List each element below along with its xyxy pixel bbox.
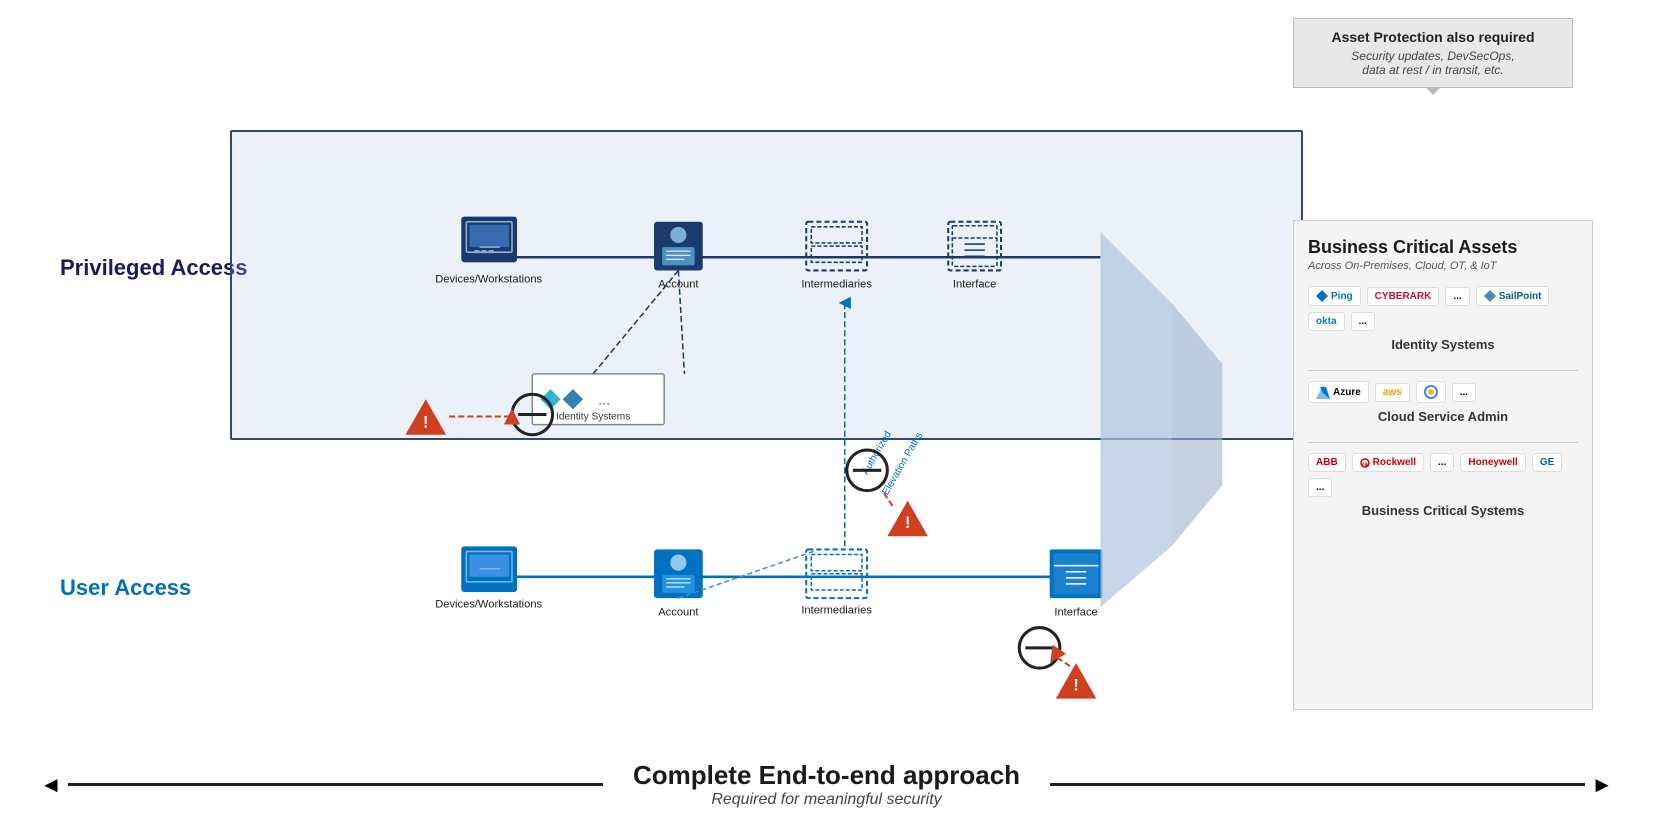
bca-cloud-logos: Azure aws ... (1308, 381, 1578, 403)
bca-cloud-section: Azure aws ... Cloud Service Admin (1308, 381, 1578, 424)
bottom-section: ◄ Complete End-to-end approach Required … (0, 760, 1653, 809)
left-arrow-head: ◄ (40, 772, 62, 798)
ge-logo: GE (1532, 453, 1562, 472)
bca-critical-label: Business Critical Systems (1308, 503, 1578, 518)
more-dots-4: ... (1430, 453, 1454, 472)
priv-devices-label: Devices/Workstations (435, 274, 542, 286)
svg-text:ra: ra (1362, 462, 1368, 468)
user-devices-label: Devices/Workstations (435, 598, 542, 610)
priv-interface-label: Interface (953, 279, 996, 291)
svg-text:!: ! (1073, 676, 1078, 694)
bca-cloud-label: Cloud Service Admin (1308, 409, 1578, 424)
bca-identity-logos: Ping CYBERARK ... SailPoint okta ... (1308, 286, 1578, 331)
abb-logo: ABB (1308, 453, 1346, 472)
more-dots-3: ... (1452, 383, 1476, 402)
bca-critical-section: ABB ra Rockwell ... Honeywell GE ... Bus… (1308, 453, 1578, 518)
bca-identity-label: Identity Systems (1308, 337, 1578, 352)
aws-logo: aws (1375, 383, 1410, 402)
more-dots-2: ... (1351, 312, 1375, 331)
bca-critical-logos: ABB ra Rockwell ... Honeywell GE ... (1308, 453, 1578, 497)
sailpoint-logo: SailPoint (1476, 286, 1550, 306)
azure-logo: Azure (1308, 381, 1369, 403)
user-account-label: Account (658, 606, 699, 618)
ping-logo: Ping (1308, 286, 1361, 306)
user-intermediaries-label: Intermediaries (801, 604, 872, 616)
more-dots-1: ... (1445, 287, 1469, 306)
bottom-main-text: Complete End-to-end approach (633, 760, 1020, 791)
identity-systems-label: Identity Systems (556, 412, 630, 423)
okta-logo: okta (1308, 312, 1345, 331)
priv-intermediaries-label: Intermediaries (801, 279, 872, 291)
more-dots-5: ... (1308, 478, 1332, 497)
bca-identity-section: Ping CYBERARK ... SailPoint okta ... Ide… (1308, 286, 1578, 352)
callout-title: Asset Protection also required (1310, 29, 1556, 45)
asset-protection-callout: Asset Protection also required Security … (1293, 18, 1573, 88)
cyberark-logo: CYBERARK (1367, 287, 1440, 306)
rockwell-logo: ra Rockwell (1352, 453, 1424, 472)
svg-text:!: ! (905, 514, 910, 532)
bottom-sub-text: Required for meaningful security (633, 791, 1020, 809)
gcp-logo (1416, 381, 1446, 403)
bca-title: Business Critical Assets (1308, 237, 1578, 258)
honeywell-logo: Honeywell (1460, 453, 1525, 472)
bca-subtitle: Across On-Premises, Cloud, OT, & IoT (1308, 260, 1578, 272)
user-interface-label: Interface (1054, 606, 1097, 618)
callout-text: Security updates, DevSecOps,data at rest… (1310, 49, 1556, 77)
main-diagram: Privileged Access User Access Devices/Wo… (30, 100, 1623, 729)
bca-panel: Business Critical Assets Across On-Premi… (1293, 220, 1593, 710)
svg-text:...: ... (598, 392, 610, 408)
right-arrow-head: ► (1591, 772, 1613, 798)
svg-text:!: ! (423, 414, 428, 432)
